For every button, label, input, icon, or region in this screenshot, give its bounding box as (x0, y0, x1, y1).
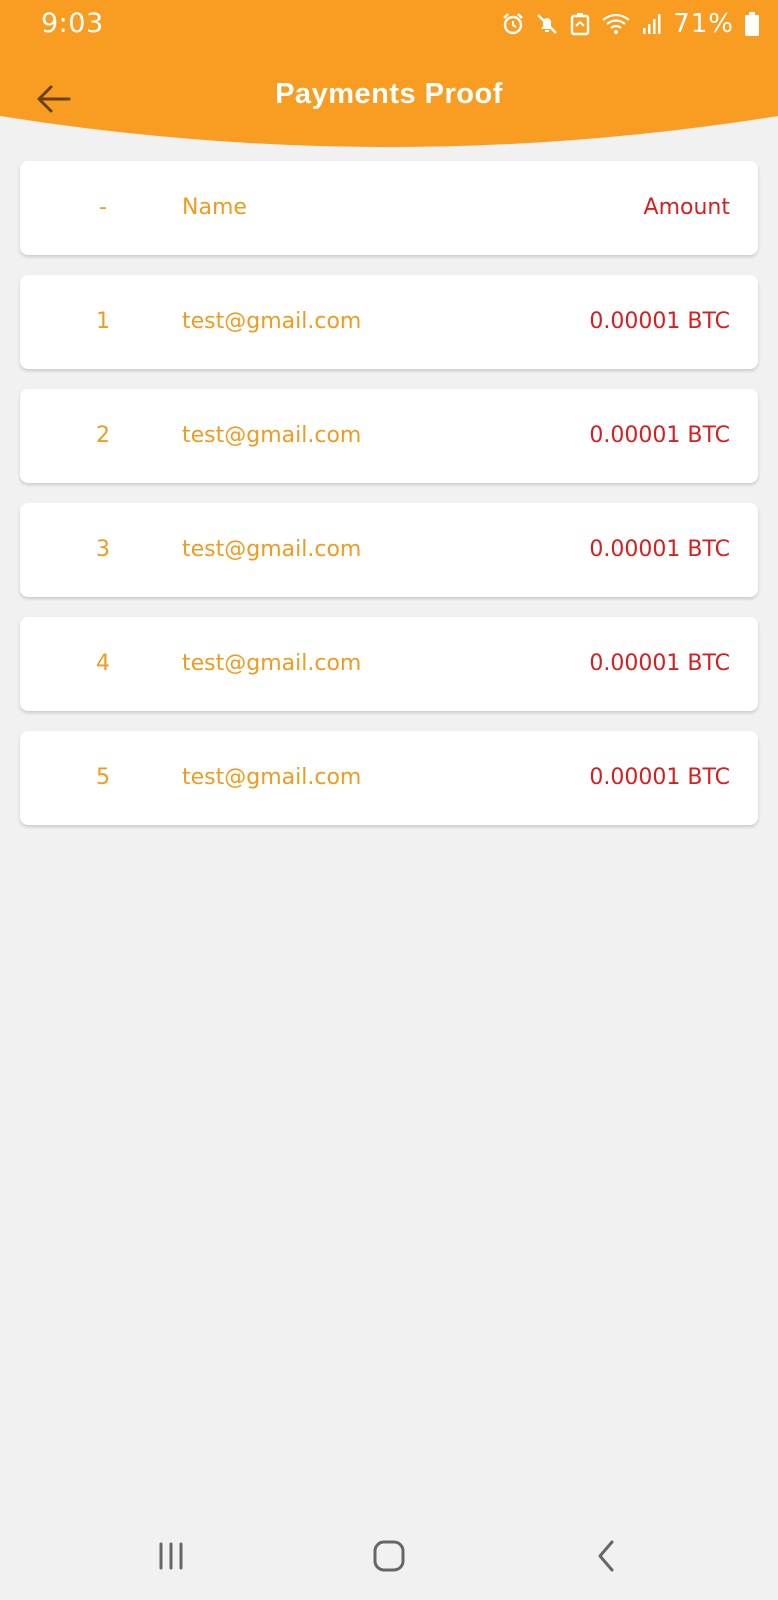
table-row: 3 test@gmail.com 0.00001 BTC (20, 503, 758, 597)
wifi-icon (601, 12, 631, 36)
battery-icon (744, 11, 760, 37)
row-index: 5 (96, 765, 110, 790)
amount-column-header: Amount (643, 195, 730, 220)
row-amount: 0.00001 BTC (589, 651, 730, 676)
table-row: 1 test@gmail.com 0.00001 BTC (20, 275, 758, 369)
row-index: 4 (96, 651, 110, 676)
row-amount: 0.00001 BTC (589, 537, 730, 562)
signal-icon (641, 12, 663, 36)
home-button[interactable] (359, 1528, 419, 1584)
row-name: test@gmail.com (182, 423, 362, 448)
table-header: - Name Amount (20, 161, 758, 255)
index-column-header: - (99, 195, 107, 220)
app-bar: 9:03 71% Payments Proof (0, 0, 778, 160)
mute-icon (535, 12, 559, 36)
table-row: 5 test@gmail.com 0.00001 BTC (20, 731, 758, 825)
row-index: 3 (96, 537, 110, 562)
row-index: 1 (96, 309, 110, 334)
row-amount: 0.00001 BTC (589, 423, 730, 448)
row-name: test@gmail.com (182, 309, 362, 334)
row-name: test@gmail.com (182, 651, 362, 676)
alarm-icon (501, 12, 525, 36)
row-amount: 0.00001 BTC (589, 309, 730, 334)
row-index: 2 (96, 423, 110, 448)
recent-apps-button[interactable] (141, 1528, 201, 1584)
system-back-button[interactable] (577, 1528, 637, 1584)
table-row: 4 test@gmail.com 0.00001 BTC (20, 617, 758, 711)
row-name: test@gmail.com (182, 537, 362, 562)
home-icon (373, 1540, 405, 1572)
status-icons: 71% (501, 8, 760, 40)
system-nav-bar (0, 1510, 778, 1600)
page-title: Payments Proof (275, 78, 503, 110)
table-row: 2 test@gmail.com 0.00001 BTC (20, 389, 758, 483)
status-bar: 9:03 71% (0, 0, 778, 48)
battery-percentage: 71% (673, 9, 734, 39)
row-name: test@gmail.com (182, 765, 362, 790)
recent-apps-icon (159, 1542, 183, 1570)
back-icon (598, 1540, 614, 1572)
row-amount: 0.00001 BTC (589, 765, 730, 790)
name-column-header: Name (182, 195, 247, 220)
payments-list: - Name Amount 1 test@gmail.com 0.00001 B… (20, 161, 758, 845)
status-time: 9:03 (41, 8, 104, 39)
data-saver-icon (569, 12, 591, 36)
